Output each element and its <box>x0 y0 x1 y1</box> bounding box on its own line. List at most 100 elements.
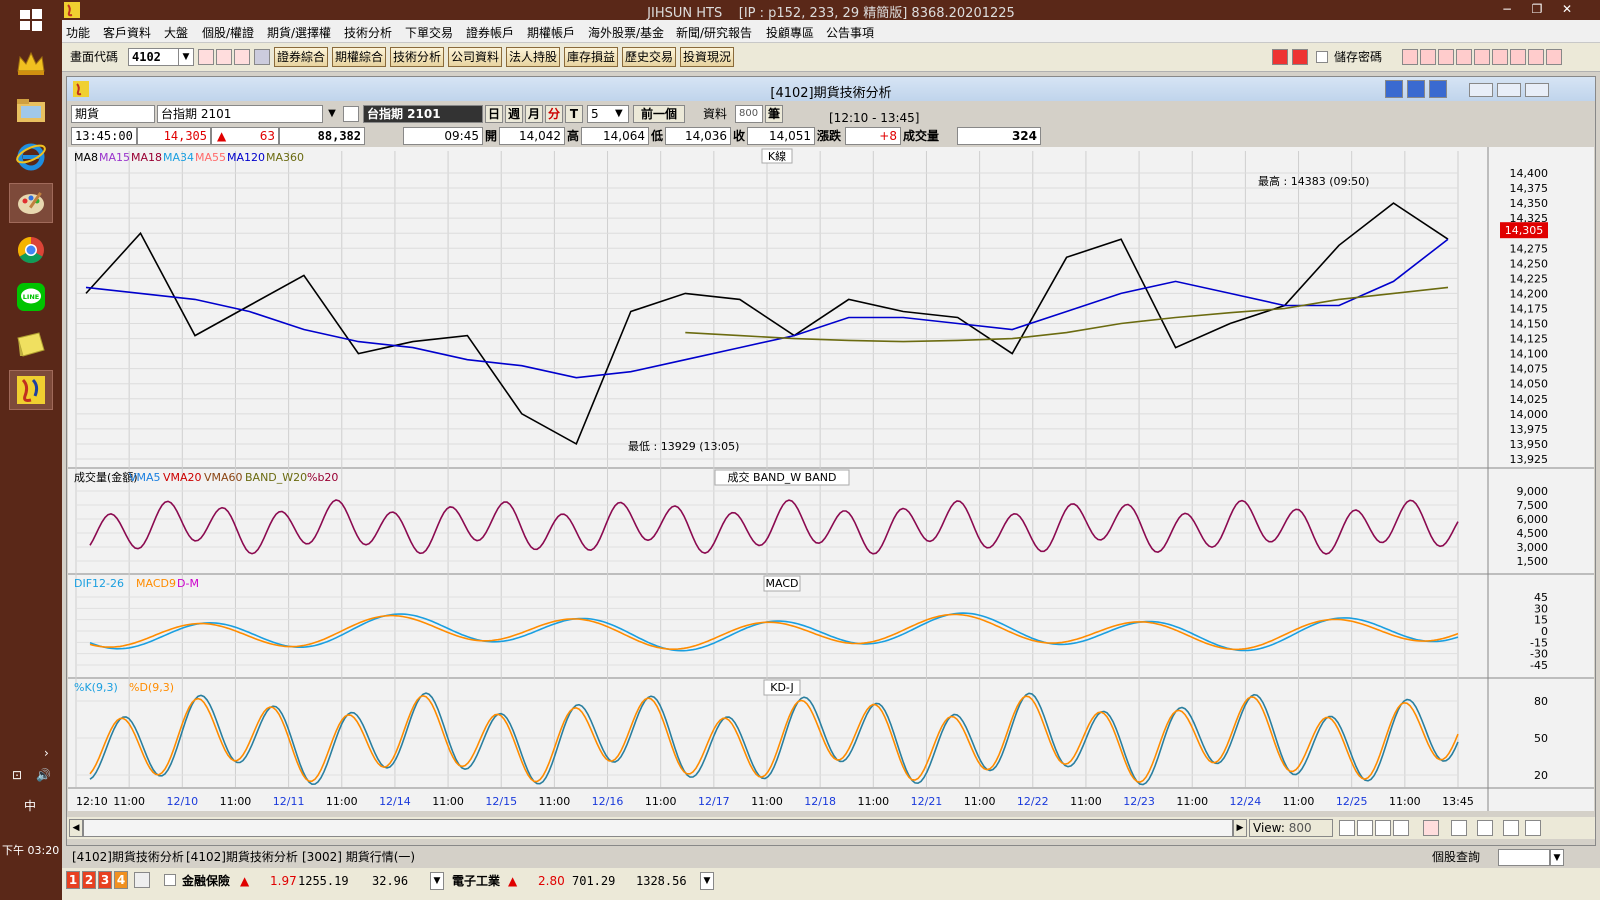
contract-search-icon[interactable] <box>343 106 359 122</box>
company-data-button[interactable]: 公司資料 <box>448 47 502 67</box>
paint-app-icon[interactable] <box>9 183 53 223</box>
zoom-out-icon[interactable] <box>1357 820 1373 836</box>
chrome-icon[interactable] <box>9 230 53 270</box>
period-day-button[interactable]: 日 <box>485 105 503 123</box>
tool-clear-icon[interactable] <box>1420 49 1436 65</box>
contract-select[interactable]: 台指期 2101 <box>157 105 323 123</box>
period-minute-button[interactable]: 分 <box>545 105 563 123</box>
close-icon[interactable]: ✕ <box>1554 0 1580 18</box>
ticker1-dropdown-icon[interactable]: ▼ <box>430 872 444 890</box>
settings-gear-icon[interactable] <box>1525 820 1541 836</box>
stock-query-input[interactable] <box>1498 849 1550 866</box>
panel-restore-icon[interactable] <box>1497 83 1521 97</box>
notes-app-icon[interactable] <box>9 324 53 364</box>
code-dropdown-icon[interactable]: ▼ <box>178 48 194 66</box>
ticker-checkbox[interactable] <box>164 874 176 886</box>
zoom-in-icon[interactable] <box>1339 820 1355 836</box>
scroll-track[interactable] <box>83 819 1233 837</box>
lock-icon[interactable] <box>134 872 150 888</box>
crown-app-icon[interactable] <box>9 43 53 83</box>
product-type-select[interactable]: 期貨 <box>71 105 155 123</box>
options-summary-button[interactable]: 期權綜合 <box>332 47 386 67</box>
swiss-flag-icon[interactable] <box>1272 49 1288 65</box>
zoom-search-icon[interactable] <box>1375 820 1391 836</box>
menu-announcements[interactable]: 公告事項 <box>826 24 874 41</box>
page-4-button[interactable]: 4 <box>114 871 128 889</box>
volume-icon[interactable]: 🔊 <box>36 768 51 782</box>
data-count-input[interactable]: 800 <box>735 105 763 123</box>
institutional-holding-button[interactable]: 法人持股 <box>506 47 560 67</box>
menu-overseas[interactable]: 海外股票/基金 <box>588 24 664 41</box>
panel-up-icon[interactable] <box>1385 80 1403 98</box>
inventory-pl-button[interactable]: 庫存損益 <box>564 47 618 67</box>
panel-minimize-icon[interactable] <box>1469 83 1493 97</box>
tool-text-icon[interactable] <box>1474 49 1490 65</box>
tool-edit-icon[interactable] <box>1438 49 1454 65</box>
jihsun-app-icon[interactable] <box>9 370 53 410</box>
prev-button[interactable]: 前一個 <box>633 105 685 123</box>
panel-close-icon[interactable] <box>1525 83 1549 97</box>
network-icon[interactable]: ⊡ <box>12 768 22 782</box>
menu-customer[interactable]: 客戶資料 <box>103 24 151 41</box>
tool-settings-icon[interactable] <box>1456 49 1472 65</box>
menu-tech-analysis[interactable]: 技術分析 <box>344 24 392 41</box>
trade-history-button[interactable]: 歷史交易 <box>622 47 676 67</box>
scroll-left-icon[interactable]: ◀ <box>69 819 83 837</box>
period-month-button[interactable]: 月 <box>525 105 543 123</box>
draw-icon[interactable] <box>1503 820 1519 836</box>
count-unit-button[interactable]: 筆 <box>765 105 783 123</box>
menu-futures-options[interactable]: 期貨/選擇權 <box>267 24 331 41</box>
search-red-icon[interactable] <box>198 49 214 65</box>
refresh-icon[interactable] <box>1393 820 1409 836</box>
stock-query-dropdown-icon[interactable]: ▼ <box>1550 849 1564 866</box>
panel-help-icon[interactable] <box>1429 80 1447 98</box>
page-3-button[interactable]: 3 <box>98 871 112 889</box>
tab-4102-a[interactable]: [4102]期貨技術分析 <box>72 848 184 866</box>
chart-svg[interactable]: 12:10 11:00 12/10 11:00 12/11 11:00 12/14 11:00… <box>68 147 1594 811</box>
flag-icon[interactable] <box>1292 49 1308 65</box>
period-week-button[interactable]: 週 <box>505 105 523 123</box>
file-explorer-icon[interactable] <box>9 90 53 130</box>
period-tick-button[interactable]: T <box>565 105 583 123</box>
tool-pen-icon[interactable] <box>1402 49 1418 65</box>
tech-analysis-button[interactable]: 技術分析 <box>390 47 444 67</box>
chart-area[interactable]: 12:10 11:00 12/10 11:00 12/11 11:00 12/14 11:00… <box>68 147 1594 811</box>
tool-layout-icon[interactable] <box>1492 49 1508 65</box>
menu-securities-account[interactable]: 證券帳戶 <box>466 24 514 41</box>
securities-summary-button[interactable]: 證券綜合 <box>274 47 328 67</box>
investment-status-button[interactable]: 投資現況 <box>680 47 734 67</box>
save-password-checkbox[interactable] <box>1316 51 1328 63</box>
panel-text-icon[interactable] <box>1407 80 1425 98</box>
internet-explorer-icon[interactable] <box>9 136 53 176</box>
ticker2-dropdown-icon[interactable]: ▼ <box>700 872 714 890</box>
clock-time[interactable]: 下午 03:20 <box>2 842 59 858</box>
page-1-button[interactable]: 1 <box>66 871 80 889</box>
menu-stock-warrant[interactable]: 個股/權證 <box>202 24 254 41</box>
menu-news-research[interactable]: 新聞/研究報告 <box>676 24 752 41</box>
chart-red-icon[interactable] <box>234 49 250 65</box>
interval-dropdown-icon[interactable]: ▼ <box>615 105 623 123</box>
indicator-icon[interactable] <box>1423 820 1439 836</box>
line-app-icon[interactable]: LINE <box>9 277 53 317</box>
window-red-icon[interactable] <box>216 49 232 65</box>
tool-exit-icon[interactable] <box>1546 49 1562 65</box>
menu-market[interactable]: 大盤 <box>164 24 188 41</box>
tab-4102-b[interactable]: [4102]期貨技術分析 <box>186 848 298 866</box>
scroll-right-icon[interactable]: ▶ <box>1233 819 1247 837</box>
menu-advisory[interactable]: 投顧專區 <box>766 24 814 41</box>
menu-function[interactable]: 功能 <box>66 24 90 41</box>
tab-3002[interactable]: [3002] 期貨行情(一) <box>302 848 415 866</box>
copy-icon[interactable] <box>1451 820 1467 836</box>
dropdown-blue-icon[interactable] <box>254 49 270 65</box>
layout-icon[interactable] <box>1477 820 1493 836</box>
taskbar-chevron-icon[interactable]: › <box>44 746 49 760</box>
restore-icon[interactable]: ❐ <box>1524 0 1550 18</box>
tool-print-icon[interactable] <box>1528 49 1544 65</box>
minimize-icon[interactable]: − <box>1494 0 1520 18</box>
contract-dropdown-icon[interactable]: ▼ <box>325 105 339 123</box>
menu-futures-account[interactable]: 期權帳戶 <box>527 24 575 41</box>
windows-start-icon[interactable] <box>9 0 53 40</box>
ime-indicator[interactable]: 中 <box>24 797 36 814</box>
menu-order[interactable]: 下單交易 <box>405 24 453 41</box>
page-2-button[interactable]: 2 <box>82 871 96 889</box>
